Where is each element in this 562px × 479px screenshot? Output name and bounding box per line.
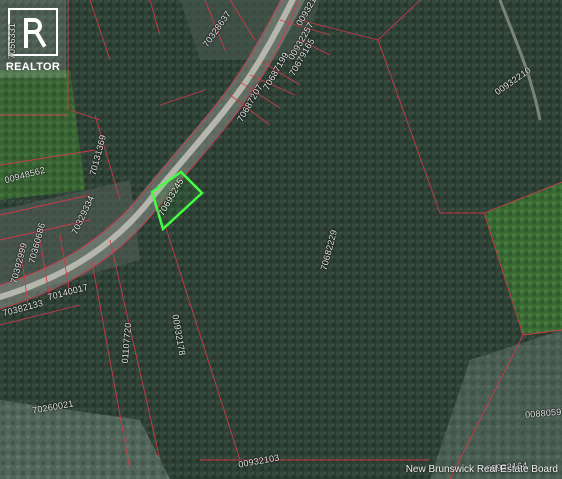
map-credit: New Brunswick Real Estate Board — [405, 464, 558, 475]
realtor-logo-text: REALTOR — [5, 61, 61, 73]
parcel-map[interactable]: REALTOR 7056331 00932167 70328637 00932257 7… — [0, 0, 562, 479]
parcel-id-7056331[interactable]: 7056331 — [7, 23, 17, 59]
